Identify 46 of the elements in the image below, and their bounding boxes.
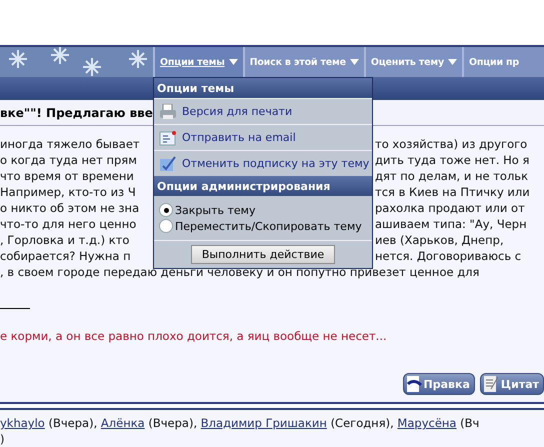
letter-icon <box>159 130 177 146</box>
post-button[interactable]: Цитат <box>480 373 544 395</box>
post-text: ашиваем типа: "Ау, Черн <box>375 217 527 231</box>
post-text: иногда тяжело бывает <box>0 137 140 151</box>
caret-icon <box>448 59 457 65</box>
radio-option[interactable]: Закрыть тему <box>154 202 372 218</box>
post-text: нется. Договориваюсь с <box>375 249 522 263</box>
post-text: о никто об этом не зна <box>0 201 140 215</box>
post-text: , в своем городе передаю деньги человеку и он попутно привезет ценное для <box>0 265 480 279</box>
visit-time: (Вч <box>460 416 480 430</box>
visit-time: (Вчера), <box>48 416 98 430</box>
document-icon <box>482 375 499 393</box>
post-text: дить туда тоже нет. Но я <box>375 153 530 167</box>
signature-rule <box>0 308 30 309</box>
printer-icon <box>159 104 177 120</box>
visit-time: ) <box>0 432 4 446</box>
post-text: что время от времени <box>0 169 134 183</box>
post-text: что-то для него ценно <box>0 217 136 231</box>
post-text: то хозяйства) из другого <box>375 137 528 151</box>
user-link[interactable]: Марусёна <box>397 416 456 430</box>
post-text: рахолка продают или от <box>375 201 525 215</box>
post-text: тся в Киев на Птичку или <box>375 185 530 199</box>
visit-time: (Сегодня), <box>330 416 394 430</box>
action-button[interactable]: Выполнить действие <box>190 245 336 264</box>
thread-title: вке""! Предлагаю вве <box>0 106 153 120</box>
menu-item[interactable]: Отправить на email <box>154 124 372 150</box>
user-link[interactable]: Владимир Гришакин <box>200 416 327 430</box>
user-link[interactable]: ykhaylo <box>0 416 45 430</box>
post-text: Например, кто-то из Ч <box>0 185 136 199</box>
user-link[interactable]: Алёнка <box>100 416 145 430</box>
caret-icon <box>228 59 238 65</box>
post-text: , Горловка и т.д.) кто <box>0 233 130 247</box>
post-text: иев (Харьков, Днепр, <box>375 233 504 247</box>
menu-item[interactable]: Версия для печати <box>154 98 372 124</box>
menu-header: Опции администрирования <box>154 176 372 196</box>
visit-time: (Вчера), <box>148 416 198 430</box>
post-text: о когда туда нет прям <box>0 153 137 167</box>
post-text: собирается? Нужна п <box>0 249 131 263</box>
post-button[interactable]: Правка <box>402 373 475 395</box>
radio-option[interactable]: Переместить/Скопировать тему <box>154 218 372 234</box>
post-text: дят по делам, и не тольк <box>375 169 528 183</box>
signature-text: е корми, а он все равно плохо доится, а яиц вообще не несет... <box>0 329 388 343</box>
menu-header: Опции темы <box>154 78 372 98</box>
check-icon <box>159 156 177 172</box>
nav-tab[interactable]: Опции темы <box>153 47 243 77</box>
caret-icon <box>350 59 359 65</box>
